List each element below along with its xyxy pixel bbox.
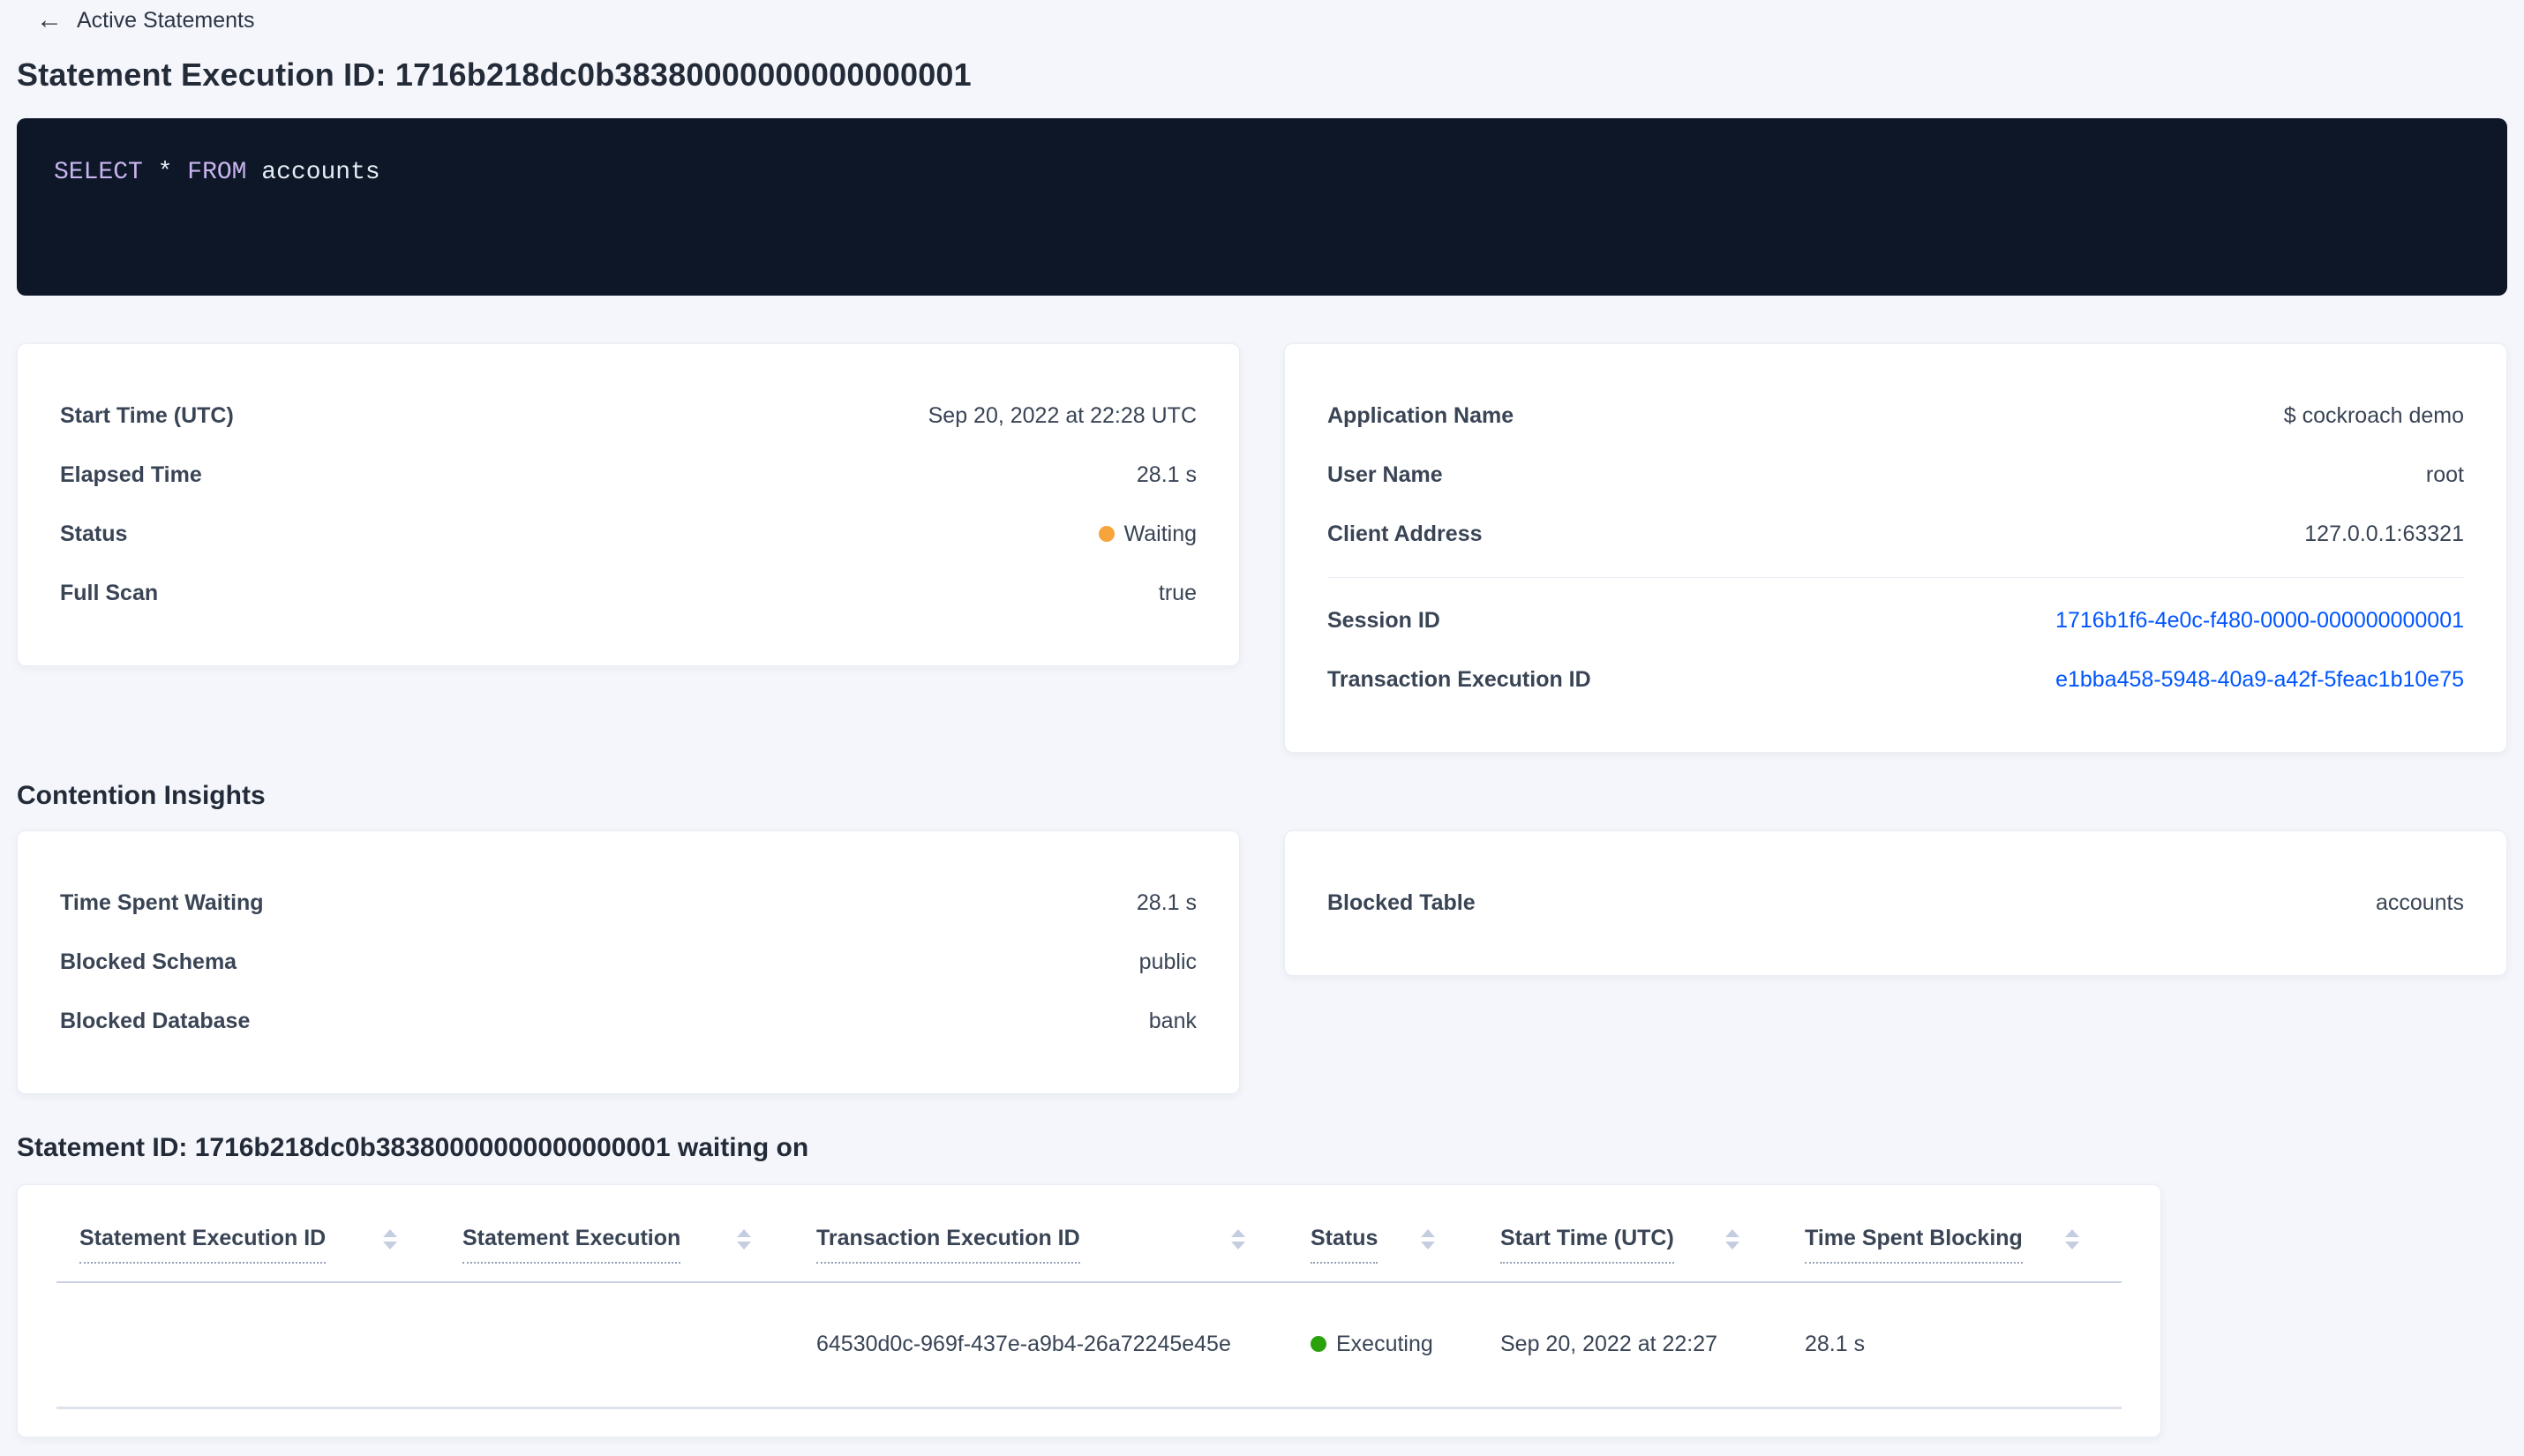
sort-icon [1421, 1229, 1435, 1250]
blocked-database-value: bank [1148, 1009, 1197, 1033]
time-spent-waiting-row: Time Spent Waiting 28.1 s [60, 874, 1197, 933]
statement-execution-details-page: ← Active Statements Statement Execution … [0, 0, 2524, 1437]
transaction-execution-id-row: Transaction Execution ID e1bba458-5948-4… [1327, 650, 2464, 709]
sort-icon [1231, 1229, 1245, 1250]
executing-status-dot-icon [1311, 1336, 1326, 1353]
blocked-table-value: accounts [2375, 890, 2464, 915]
cell-status: Executing [1288, 1282, 1477, 1409]
blocked-schema-row: Blocked Schema public [60, 933, 1197, 992]
cell-start-time: Sep 20, 2022 at 22:27 [1477, 1282, 1782, 1409]
sql-keyword-from: FROM [187, 159, 247, 186]
table-row: 64530d0c-969f-437e-a9b4-26a72245e45e Exe… [56, 1282, 2122, 1409]
contention-insights-heading: Contention Insights [17, 781, 266, 810]
elapsed-time-label: Elapsed Time [60, 462, 202, 487]
client-address-row: Client Address 127.0.0.1:63321 [1327, 505, 2464, 564]
page-title: Statement Execution ID: 1716b218dc0b3838… [17, 56, 972, 93]
user-name-value: root [2425, 462, 2464, 487]
transaction-execution-id-label: Transaction Execution ID [1327, 667, 1591, 692]
arrow-left-icon: ← [36, 5, 63, 34]
status-badge: Executing [1336, 1332, 1433, 1357]
client-address-value: 127.0.0.1:63321 [2304, 522, 2464, 546]
user-name-label: User Name [1327, 462, 1443, 487]
sort-icon [1725, 1229, 1739, 1250]
session-id-label: Session ID [1327, 608, 1440, 633]
blocked-table-card: Blocked Table accounts [1284, 830, 2507, 976]
card-divider [1327, 577, 2464, 578]
user-name-row: User Name root [1327, 446, 2464, 505]
cell-transaction-execution-id: 64530d0c-969f-437e-a9b4-26a72245e45e [793, 1282, 1288, 1409]
start-time-label: Start Time (UTC) [60, 403, 234, 428]
sort-icon [2065, 1229, 2079, 1250]
blocked-table-row: Blocked Table accounts [1327, 874, 2464, 933]
blocked-schema-label: Blocked Schema [60, 949, 237, 974]
statement-overview-card: Start Time (UTC) Sep 20, 2022 at 22:28 U… [17, 343, 1240, 666]
cell-statement-execution-id [56, 1282, 439, 1409]
cell-time-spent-blocking: 28.1 s [1782, 1282, 2122, 1409]
contention-cards-row: Time Spent Waiting 28.1 s Blocked Schema… [17, 830, 2507, 1094]
full-scan-label: Full Scan [60, 581, 159, 605]
waiting-on-heading: Statement ID: 1716b218dc0b38380000000000… [17, 1133, 809, 1162]
full-scan-row: Full Scan true [60, 564, 1197, 623]
contention-waiting-card: Time Spent Waiting 28.1 s Blocked Schema… [17, 830, 1240, 1094]
sql-identifier: accounts [261, 159, 380, 186]
time-spent-waiting-label: Time Spent Waiting [60, 890, 264, 915]
waiting-status-dot-icon [1098, 526, 1115, 542]
overview-cards-row: Start Time (UTC) Sep 20, 2022 at 22:28 U… [17, 343, 2507, 753]
elapsed-time-row: Elapsed Time 28.1 s [60, 446, 1197, 505]
elapsed-time-value: 28.1 s [1136, 462, 1197, 487]
column-header-time-spent-blocking[interactable]: Time Spent Blocking [1782, 1185, 2122, 1283]
blocked-database-row: Blocked Database bank [60, 992, 1197, 1051]
sql-keyword-select: SELECT [54, 159, 143, 186]
status-label: Status [60, 522, 128, 546]
column-header-transaction-execution-id[interactable]: Transaction Execution ID [793, 1185, 1288, 1283]
blocked-database-label: Blocked Database [60, 1009, 251, 1033]
waiting-on-table-card: Statement Execution ID Statement Executi… [17, 1184, 2161, 1437]
column-header-statement-execution[interactable]: Statement Execution [439, 1185, 793, 1283]
transaction-execution-id-link[interactable]: e1bba458-5948-40a9-a42f-5feac1b10e75 [2055, 667, 2464, 693]
column-header-start-time[interactable]: Start Time (UTC) [1477, 1185, 1782, 1283]
status-value: Waiting [1098, 522, 1197, 547]
session-details-card: Application Name $ cockroach demo User N… [1284, 343, 2507, 753]
application-name-value: $ cockroach demo [2283, 403, 2464, 428]
column-header-statement-execution-id[interactable]: Statement Execution ID [56, 1185, 439, 1283]
client-address-label: Client Address [1327, 522, 1483, 546]
table-header-row: Statement Execution ID Statement Executi… [56, 1185, 2122, 1283]
start-time-row: Start Time (UTC) Sep 20, 2022 at 22:28 U… [60, 387, 1197, 446]
back-link[interactable]: ← Active Statements [17, 7, 254, 34]
waiting-on-table: Statement Execution ID Statement Executi… [56, 1185, 2122, 1409]
sort-icon [737, 1229, 751, 1250]
sql-star: * [157, 159, 173, 186]
blocked-table-label: Blocked Table [1327, 890, 1476, 915]
start-time-value: Sep 20, 2022 at 22:28 UTC [928, 403, 1197, 428]
status-badge: Waiting [1123, 522, 1197, 546]
blocked-schema-value: public [1138, 949, 1197, 974]
back-link-label: Active Statements [77, 7, 255, 33]
sort-icon [383, 1229, 397, 1250]
column-header-status[interactable]: Status [1288, 1185, 1477, 1283]
session-id-row: Session ID 1716b1f6-4e0c-f480-0000-00000… [1327, 591, 2464, 650]
application-name-row: Application Name $ cockroach demo [1327, 387, 2464, 446]
time-spent-waiting-value: 28.1 s [1136, 890, 1197, 915]
full-scan-value: true [1158, 581, 1197, 605]
application-name-label: Application Name [1327, 403, 1514, 428]
status-row: Status Waiting [60, 505, 1197, 564]
sql-statement-box: SELECT * FROM accounts [17, 118, 2507, 296]
cell-statement-execution [439, 1282, 793, 1409]
session-id-link[interactable]: 1716b1f6-4e0c-f480-0000-000000000001 [2055, 608, 2464, 634]
